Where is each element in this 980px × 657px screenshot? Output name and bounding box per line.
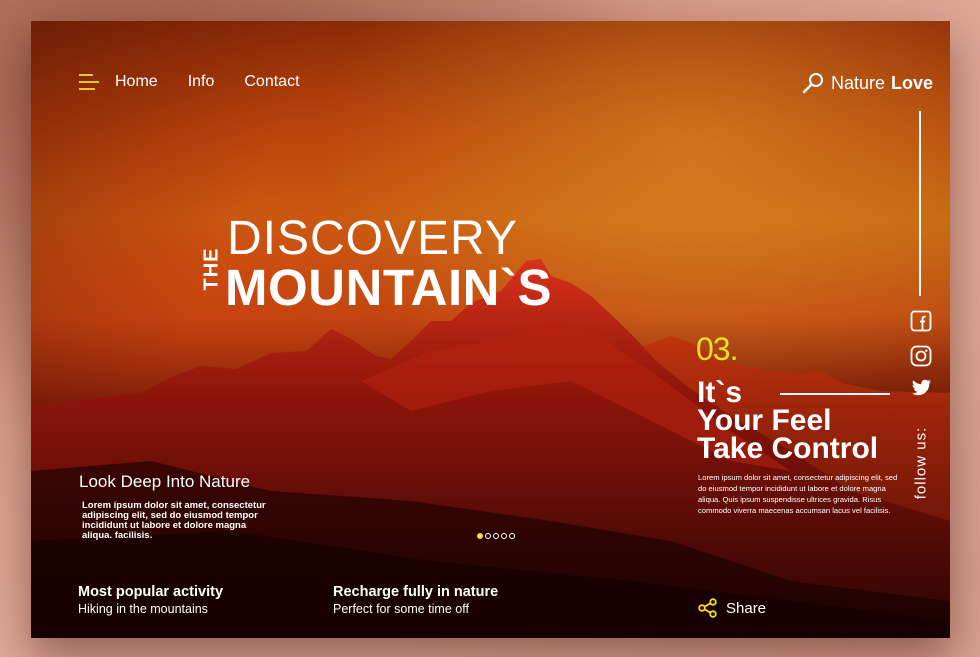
facebook-icon[interactable] <box>910 310 932 332</box>
feature-title: It`s Your Feel Take Control <box>697 376 879 465</box>
slider-dots <box>477 533 515 539</box>
share-button[interactable]: Share <box>698 598 766 618</box>
twitter-icon[interactable] <box>910 377 932 399</box>
feature-number: 03. <box>696 331 738 367</box>
search-icon[interactable] <box>801 71 825 95</box>
slider-dot[interactable] <box>509 533 515 539</box>
headline-the: THE <box>200 247 223 291</box>
activity-block: Most popular activity Hiking in the moun… <box>78 584 223 616</box>
slider-dot[interactable] <box>493 533 499 539</box>
slider-dot[interactable] <box>501 533 507 539</box>
hero-card: Home Info Contact Nature Love follow us:… <box>31 21 950 638</box>
nav-home[interactable]: Home <box>115 73 158 91</box>
nav-contact[interactable]: Contact <box>244 73 299 91</box>
activity-subtitle: Perfect for some time off <box>333 602 469 616</box>
headline-mountains: MOUNTAIN`S <box>225 259 553 316</box>
activity-title: Most popular activity <box>78 584 224 600</box>
share-label: Share <box>726 599 767 617</box>
menu-icon[interactable] <box>79 74 99 90</box>
brand-second: Love <box>890 72 933 93</box>
brand-first: Nature <box>830 72 885 93</box>
slider-dot[interactable] <box>485 533 491 539</box>
feature-body: Lorem ipsum dolor sit amet, consectetur … <box>698 473 898 515</box>
vertical-divider <box>919 111 921 296</box>
nav-info[interactable]: Info <box>188 73 215 91</box>
activity-block: Recharge fully in nature Perfect for som… <box>333 584 498 616</box>
share-icon <box>698 598 717 618</box>
look-deep-heading: Look Deep Into Nature <box>79 472 251 491</box>
look-deep-body: Lorem ipsum dolor sit amet, consectetur … <box>82 500 266 541</box>
slider-dot[interactable] <box>477 533 483 539</box>
activity-title: Recharge fully in nature <box>333 584 499 600</box>
headline-discovery: DISCOVERY <box>227 212 518 265</box>
mountain-illustration <box>31 259 950 638</box>
brand: Nature Love <box>801 71 933 95</box>
follow-us-label: follow us: <box>912 426 930 500</box>
activity-subtitle: Hiking in the mountains <box>78 602 208 616</box>
main-nav: Home Info Contact <box>79 73 330 91</box>
instagram-icon[interactable] <box>910 345 932 367</box>
